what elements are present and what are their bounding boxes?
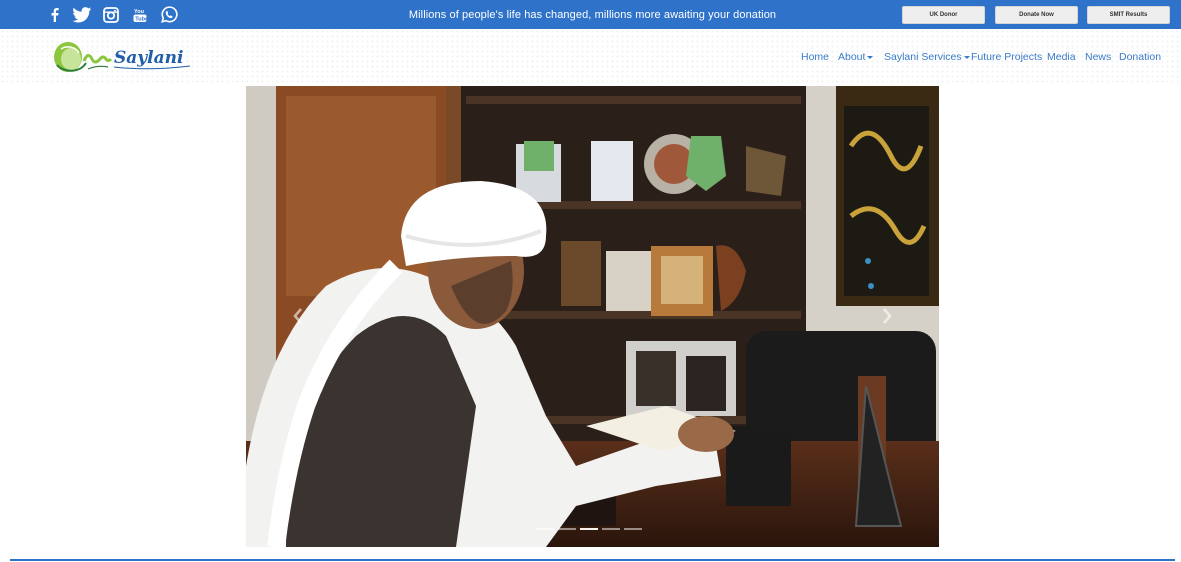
nav-home-label: Home <box>801 51 830 63</box>
carousel-indicators <box>536 528 642 530</box>
nav-donation-label: Donation <box>1119 51 1162 63</box>
nav-about-label: About <box>838 51 866 63</box>
chevron-left-icon <box>293 308 302 324</box>
youtube-icon[interactable]: You Tube <box>131 0 149 29</box>
chevron-right-icon <box>883 308 892 324</box>
carousel-prev-button[interactable] <box>286 304 310 328</box>
svg-text:Saylani: Saylani <box>114 48 183 68</box>
top-bar: You Tube Millions of people's life has c… <box>0 0 1181 29</box>
carousel-indicator[interactable] <box>536 528 554 530</box>
section-divider <box>10 559 1175 561</box>
svg-text:Tube: Tube <box>135 16 147 22</box>
uk-donor-button[interactable]: UK Donor <box>902 6 985 24</box>
nav-saylani-services[interactable]: Saylani Services <box>884 29 970 85</box>
nav-news[interactable]: News <box>1085 29 1111 85</box>
smit-results-button[interactable]: SMIT Results <box>1087 6 1170 24</box>
facebook-icon[interactable] <box>46 0 62 29</box>
nav-about[interactable]: About <box>838 29 874 85</box>
nav-media-label: Media <box>1047 51 1076 63</box>
topbar-message: Millions of people's life has changed, m… <box>408 8 777 21</box>
carousel-indicator[interactable] <box>558 528 576 530</box>
carousel-slide-image <box>246 86 939 547</box>
twitter-icon[interactable] <box>71 0 93 29</box>
carousel-indicator-active[interactable] <box>580 528 598 530</box>
nav-news-label: News <box>1085 51 1112 63</box>
instagram-icon[interactable] <box>102 0 120 29</box>
nav-home[interactable]: Home <box>801 29 829 85</box>
nav-media[interactable]: Media <box>1047 29 1076 85</box>
carousel-indicator[interactable] <box>624 528 642 530</box>
caret-down-icon <box>963 55 970 59</box>
donate-now-button[interactable]: Donate Now <box>995 6 1078 24</box>
nav-future-projects-label: Future Projects <box>971 51 1043 63</box>
caret-down-icon <box>867 55 874 59</box>
nav-saylani-services-label: Saylani Services <box>884 51 962 63</box>
whatsapp-icon[interactable] <box>159 0 179 29</box>
main-navbar: Saylani Home About Saylani Services Futu… <box>0 29 1181 85</box>
carousel-next-button[interactable] <box>875 304 899 328</box>
hero-carousel[interactable] <box>246 86 939 547</box>
svg-text:You: You <box>134 9 144 15</box>
nav-donation[interactable]: Donation <box>1119 29 1161 85</box>
nav-future-projects[interactable]: Future Projects <box>971 29 1042 85</box>
saylani-logo[interactable]: Saylani <box>52 39 192 75</box>
carousel-indicator[interactable] <box>602 528 620 530</box>
